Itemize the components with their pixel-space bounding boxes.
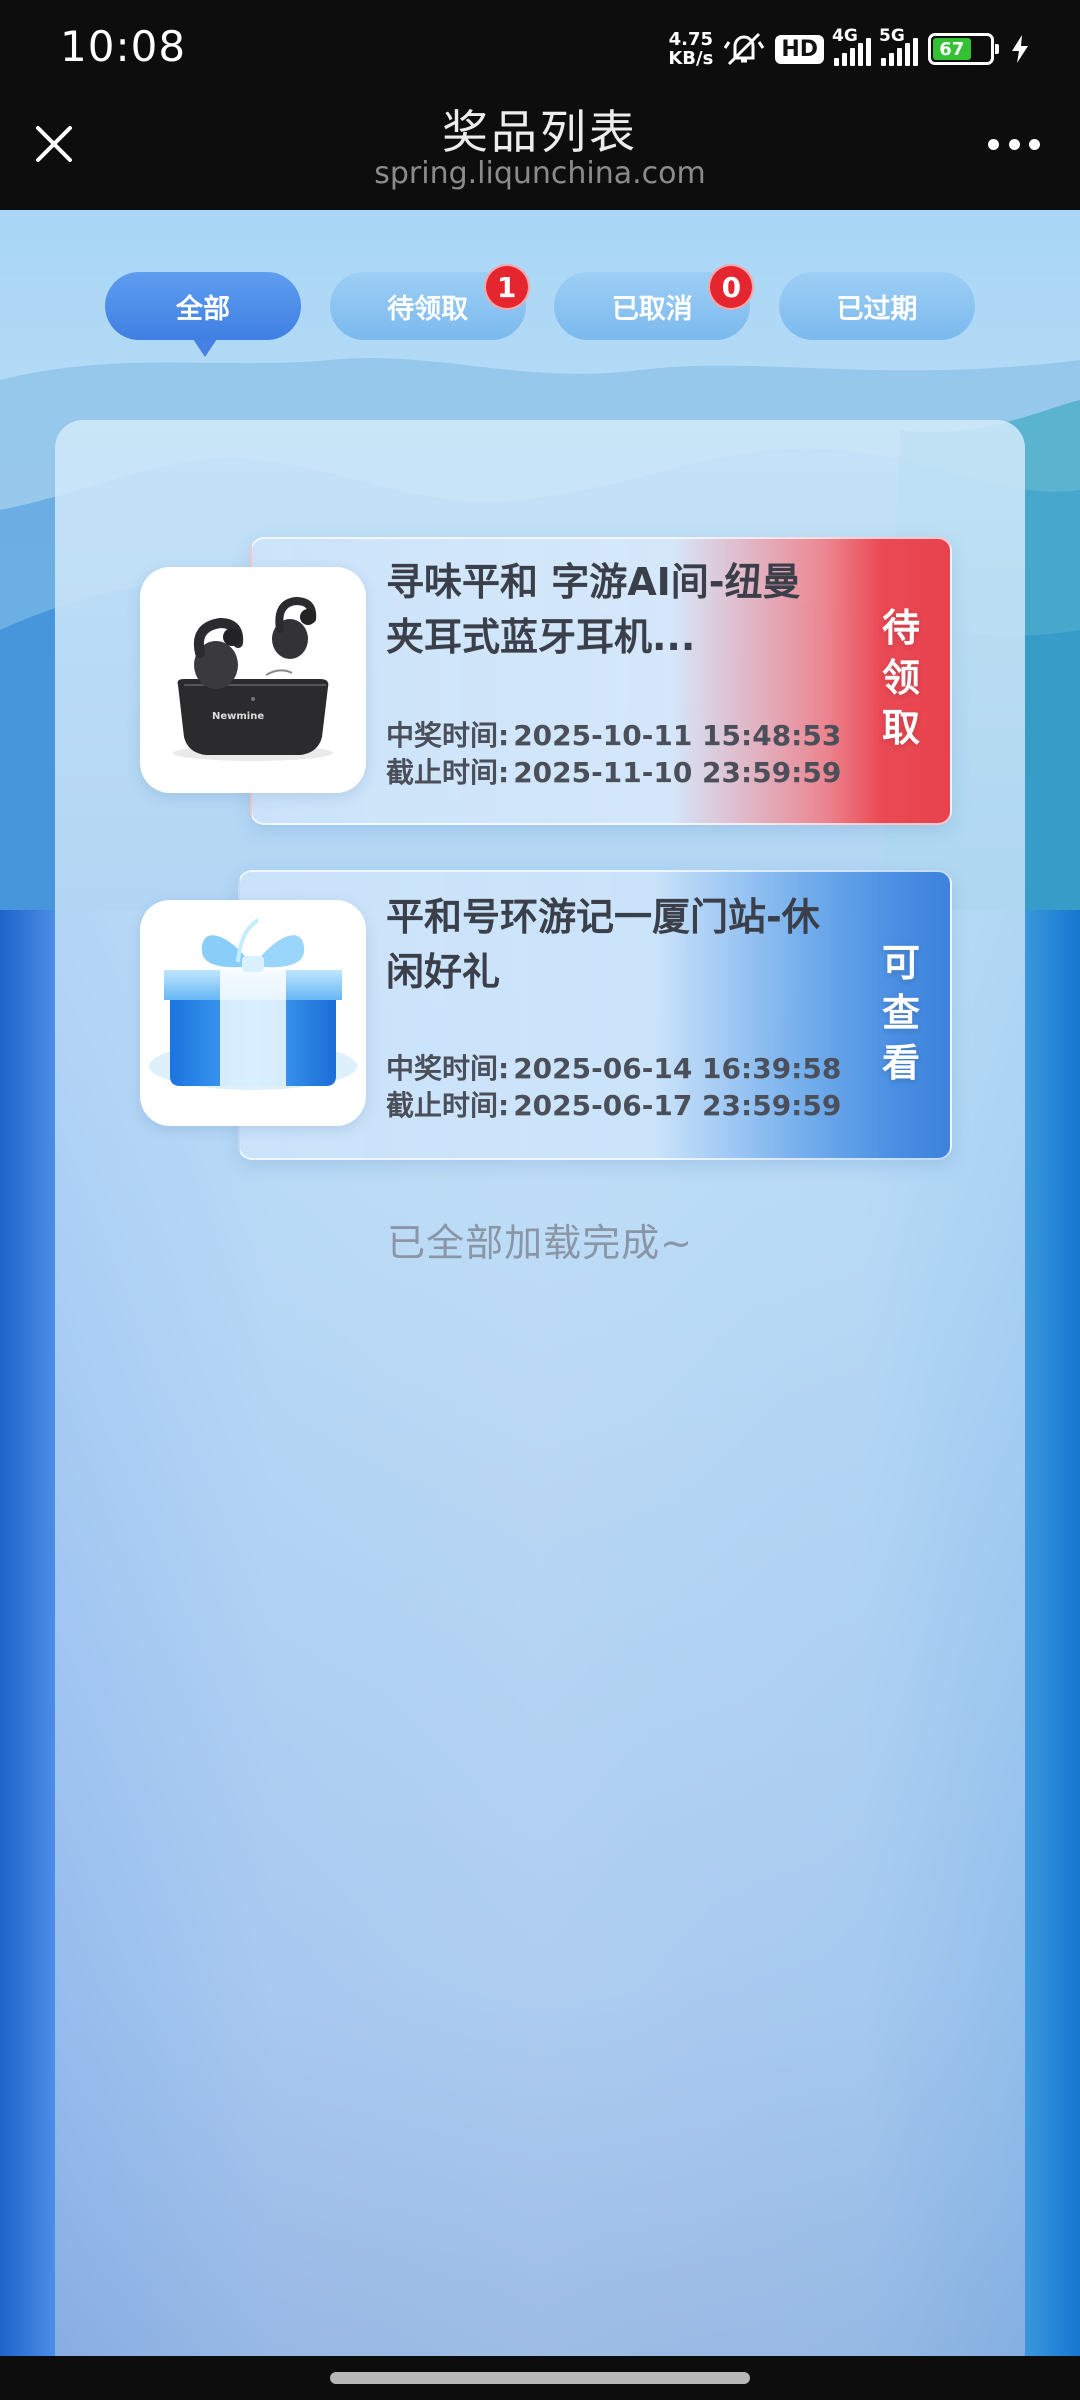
signal-icon: 4G [832,26,871,66]
page-url: spring.liqunchina.com [374,156,706,191]
win-time: 中奖时间: 2025-10-11 15:48:53 [386,719,842,752]
deadline-time: 截止时间: 2025-06-17 23:59:59 [386,1089,842,1122]
tab-label: 待领取 [387,293,469,325]
battery-level: 67 [933,38,971,60]
tab-all[interactable]: 全部 [105,272,301,357]
status-claim-button[interactable]: 待领取 [876,603,926,753]
prize-title: 平和号环游记一厦门站-休闲好礼 [386,895,820,994]
signal-label: 5G [879,26,905,46]
count-badge: 1 [483,264,530,310]
deadline-time: 截止时间: 2025-11-10 23:59:59 [386,756,842,789]
charging-icon [1012,35,1028,63]
mute-vibrate-icon [724,32,765,66]
signal-icon: 5G [879,26,918,66]
tab-pending[interactable]: 待领取 1 [329,264,530,340]
prize-card[interactable]: 平和号环游记一厦门站-休闲好礼 中奖时间: 2025-06-14 16:39:58… [140,870,952,1160]
more-icon[interactable] [988,136,1040,152]
page-title: 奖品列表 [442,105,638,159]
prize-card[interactable]: Newmine 寻味平和 字游AI间-纽曼夹耳式蓝牙耳机... 中奖时间: 202… [140,535,952,825]
earbuds-brand: Newmine [212,711,264,722]
tab-expired[interactable]: 已过期 [778,272,975,340]
network-speed: 4.75 KB/s [668,30,713,68]
filter-tabs: 全部 待领取 1 已取消 0 已过期 [105,264,975,357]
tab-cancelled[interactable]: 已取消 0 [554,264,755,340]
status-time: 10:08 [60,22,187,71]
gesture-bar [0,2356,1080,2400]
hd-badge: HD [775,34,824,64]
earbuds-image: Newmine [140,567,366,793]
nav-bar: 奖品列表 spring.liqunchina.com [0,96,1080,210]
prize-list-page: 全部 待领取 1 已取消 0 已过期 Newmine 寻味平和 字游AI间-纽曼… [0,210,1080,2356]
tab-label: 全部 [176,293,230,325]
status-bar: 10:08 4.75 KB/s HD 4G 5G 67 [0,0,1080,96]
signal-label: 4G [832,26,858,46]
home-indicator[interactable] [330,2372,750,2384]
win-time: 中奖时间: 2025-06-14 16:39:58 [386,1052,842,1085]
gift-box-image [140,900,366,1126]
status-view-button[interactable]: 可查看 [876,938,926,1088]
status-icons: 4.75 KB/s HD 4G 5G 67 [668,26,1030,72]
prize-title: 寻味平和 字游AI间-纽曼夹耳式蓝牙耳机... [386,560,801,659]
network-speed-unit: KB/s [668,48,714,69]
count-badge: 0 [708,264,755,310]
tab-label: 已取消 [611,293,693,325]
tab-label: 已过期 [836,293,918,325]
battery-icon: 67 [928,33,999,65]
network-speed-value: 4.75 [668,29,714,50]
load-complete-text: 已全部加载完成~ [387,1221,693,1265]
